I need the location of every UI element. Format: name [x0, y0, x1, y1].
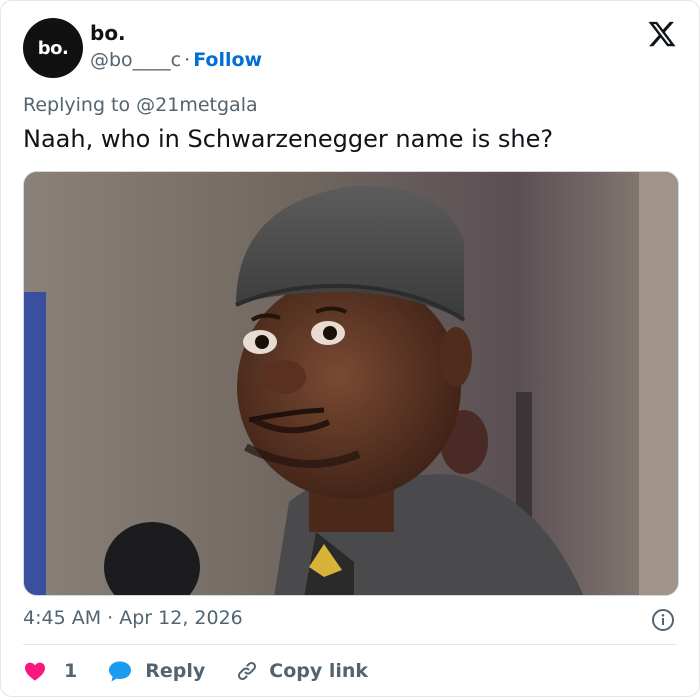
timestamp-separator: · — [107, 607, 114, 629]
follow-button[interactable]: Follow — [193, 49, 262, 71]
tweet-date: Apr 12, 2026 — [119, 607, 243, 629]
handle-separator: · — [184, 49, 191, 71]
author-handle-row: @bo____c · Follow — [90, 49, 262, 71]
avatar[interactable]: bo. — [23, 18, 83, 78]
speech-bubble-icon — [109, 661, 132, 682]
link-icon — [238, 661, 257, 681]
copy-link-label: Copy link — [269, 660, 369, 682]
like-button[interactable]: 1 — [23, 659, 77, 683]
replying-to-prefix: Replying to — [23, 94, 131, 116]
tweet-card: bo. bo. @bo____c · Follow Replying to @21m… — [0, 0, 700, 697]
reply-label: Reply — [145, 660, 206, 682]
action-bar: 1 Reply Copy link — [23, 656, 368, 686]
author-display-name[interactable]: bo. — [90, 21, 126, 45]
replying-to: Replying to @21metgala — [23, 94, 258, 116]
tweet-time: 4:45 AM — [23, 607, 102, 629]
media-photo — [24, 172, 678, 595]
like-count: 1 — [64, 660, 78, 682]
info-icon[interactable] — [651, 608, 675, 632]
divider — [23, 644, 677, 645]
x-logo-icon[interactable] — [647, 19, 677, 49]
replying-to-mention[interactable]: @21metgala — [136, 94, 257, 116]
author-handle[interactable]: @bo____c — [90, 49, 181, 71]
tweet-text: Naah, who in Schwarzenegger name is she? — [23, 125, 554, 153]
tweet-media[interactable] — [23, 171, 679, 596]
copy-link-button[interactable]: Copy link — [235, 659, 368, 683]
heart-icon — [25, 662, 45, 681]
reply-button[interactable]: Reply — [107, 659, 205, 683]
tweet-timestamp[interactable]: 4:45 AM · Apr 12, 2026 — [23, 607, 243, 629]
